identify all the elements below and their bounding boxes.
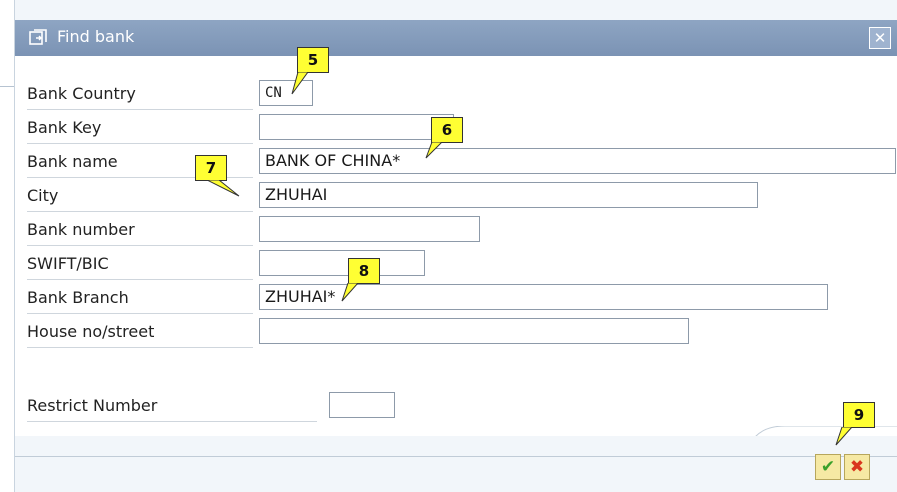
city-field[interactable]: ZHUHAI [259, 182, 758, 208]
restrict-number-label: Restrict Number [27, 389, 317, 422]
callout-8: 8 [348, 258, 380, 284]
callout-7-tail [207, 180, 240, 197]
bank-number-field[interactable] [259, 216, 480, 242]
checkmark-icon: ✔ [820, 457, 836, 477]
search-criteria-panel: Bank Country CN Bank Key Bank name BANK … [15, 56, 897, 438]
callout-6-tail [425, 142, 443, 159]
callout-9: 9 [843, 402, 875, 428]
house-street-field[interactable] [259, 318, 689, 344]
dialog-title: Find bank [57, 27, 135, 46]
cancel-button[interactable]: ✖ [844, 454, 870, 480]
callout-7: 7 [195, 155, 227, 181]
bank-key-field[interactable] [259, 114, 454, 140]
close-button[interactable]: ✕ [869, 27, 891, 49]
window-restore-icon [29, 29, 47, 45]
bank-country-label: Bank Country [27, 77, 253, 110]
callout-9-tail [835, 427, 853, 446]
callout-6: 6 [431, 117, 463, 143]
restrict-number-field[interactable] [329, 392, 395, 418]
dialog-footer: ✔ ✖ [15, 436, 897, 492]
callout-5-tail [291, 72, 309, 95]
swift-bic-field[interactable] [259, 250, 425, 276]
find-bank-dialog: Find bank ✕ Bank Country CN Bank Key Ban… [14, 0, 897, 492]
background-divider [0, 86, 14, 87]
callout-8-tail [341, 283, 359, 302]
house-street-label: House no/street [27, 315, 253, 348]
bank-branch-label: Bank Branch [27, 281, 253, 314]
bank-number-label: Bank number [27, 213, 253, 246]
bank-key-label: Bank Key [27, 111, 253, 144]
footer-divider [15, 456, 897, 457]
bank-name-field[interactable]: BANK OF CHINA* [259, 148, 896, 174]
continue-button[interactable]: ✔ [815, 454, 841, 480]
swift-bic-label: SWIFT/BIC [27, 247, 253, 280]
callout-5: 5 [297, 47, 329, 73]
cancel-icon: ✖ [849, 457, 865, 477]
dialog-titlebar: Find bank ✕ [15, 20, 897, 56]
close-icon: ✕ [873, 29, 887, 47]
